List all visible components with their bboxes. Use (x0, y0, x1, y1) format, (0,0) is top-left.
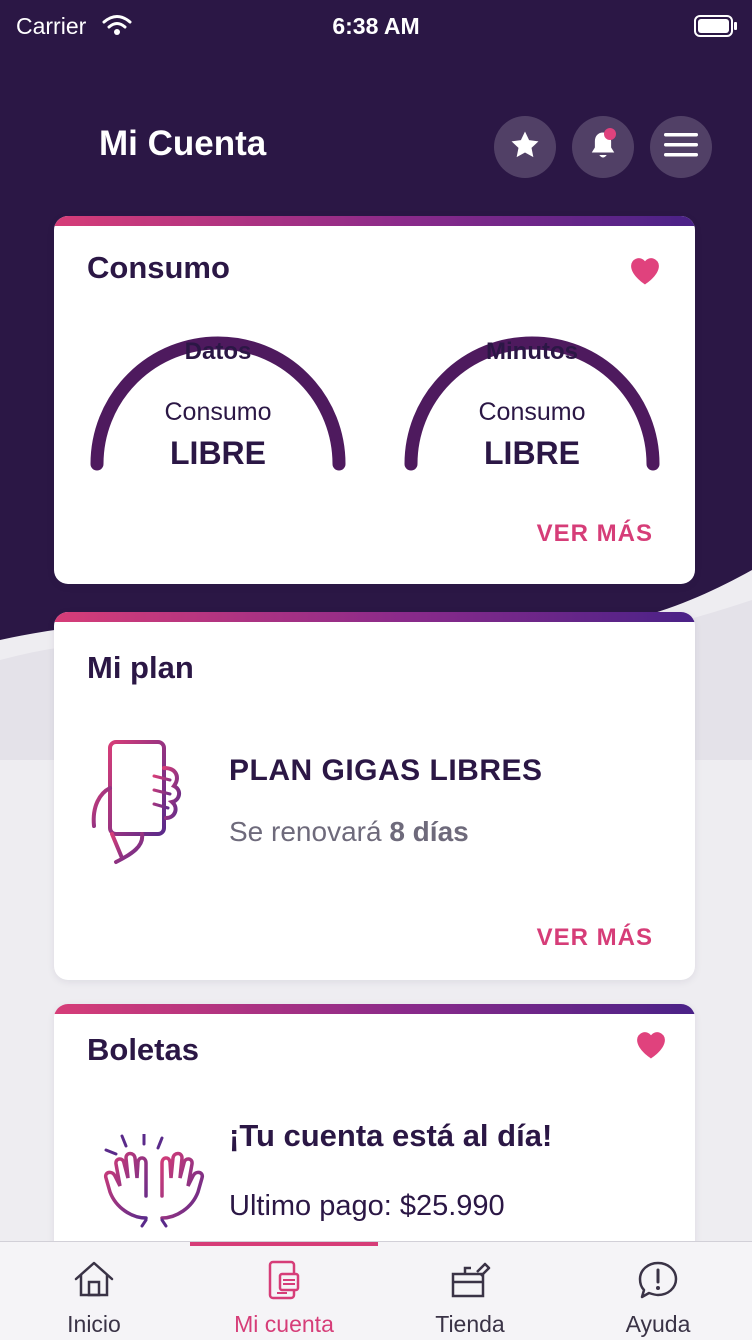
consumo-card: Consumo Datos Consumo LIBRE Minutos Cons… (54, 216, 695, 584)
plan-title: Mi plan (87, 650, 194, 685)
tab-label: Mi cuenta (234, 1311, 334, 1337)
tab-tienda[interactable]: Tienda (376, 1242, 564, 1340)
status-bar: Carrier 6:38 AM (0, 0, 752, 54)
consumo-title: Consumo (87, 250, 230, 285)
boletas-title: Boletas (87, 1032, 199, 1067)
clock: 6:38 AM (332, 13, 420, 39)
store-icon (376, 1260, 564, 1298)
bottom-tab-bar: Inicio Mi cuenta Tienda Ayuda (0, 1241, 752, 1340)
page-title: Mi Cuenta (99, 124, 267, 163)
tab-label: Tienda (435, 1311, 505, 1337)
tab-inicio[interactable]: Inicio (0, 1242, 188, 1340)
gauge-label: Minutos (486, 338, 578, 365)
gauge-sublabel: Consumo (164, 398, 272, 426)
plan-card: Mi plan PLAN GIGAS LIBRES Se renovará 8 … (54, 612, 695, 980)
card-accent-bar (54, 216, 695, 226)
home-icon (0, 1260, 188, 1298)
minutos-gauge[interactable]: Minutos Consumo LIBRE (401, 294, 663, 484)
gauge-sublabel: Consumo (478, 398, 586, 426)
consumo-ver-mas-link[interactable]: VER MÁS (537, 520, 653, 548)
account-status: ¡Tu cuenta está al día! (229, 1118, 553, 1153)
hand-phone-icon (82, 738, 192, 873)
notifications-button[interactable] (572, 116, 634, 178)
plan-ver-mas-link[interactable]: VER MÁS (537, 924, 653, 952)
hamburger-icon (664, 132, 698, 163)
heart-icon[interactable] (632, 1026, 670, 1065)
tab-label: Inicio (67, 1311, 121, 1337)
gauge-label: Datos (184, 338, 252, 365)
favorites-button[interactable] (494, 116, 556, 178)
phone-account-icon (190, 1260, 378, 1300)
plan-name: PLAN GIGAS LIBRES (229, 754, 543, 787)
last-payment: Ultimo pago: $25.990 (229, 1190, 505, 1222)
datos-gauge[interactable]: Datos Consumo LIBRE (87, 294, 349, 484)
high-five-icon (102, 1132, 206, 1235)
tab-mi-cuenta[interactable]: Mi cuenta (190, 1242, 378, 1340)
notification-badge (604, 128, 616, 140)
renewal-days: 8 días (389, 816, 469, 847)
gauge-value: LIBRE (170, 435, 266, 471)
card-accent-bar (54, 1004, 695, 1014)
renewal-prefix: Se renovará (229, 816, 382, 847)
card-accent-bar (54, 612, 695, 622)
heart-icon[interactable] (626, 252, 664, 291)
help-icon (564, 1260, 752, 1300)
plan-renewal: Se renovará 8 días (229, 816, 469, 848)
star-icon (508, 128, 542, 167)
gauge-value: LIBRE (484, 435, 580, 471)
tab-ayuda[interactable]: Ayuda (564, 1242, 752, 1340)
menu-button[interactable] (650, 116, 712, 178)
battery-icon (694, 14, 738, 44)
tab-label: Ayuda (625, 1311, 691, 1337)
